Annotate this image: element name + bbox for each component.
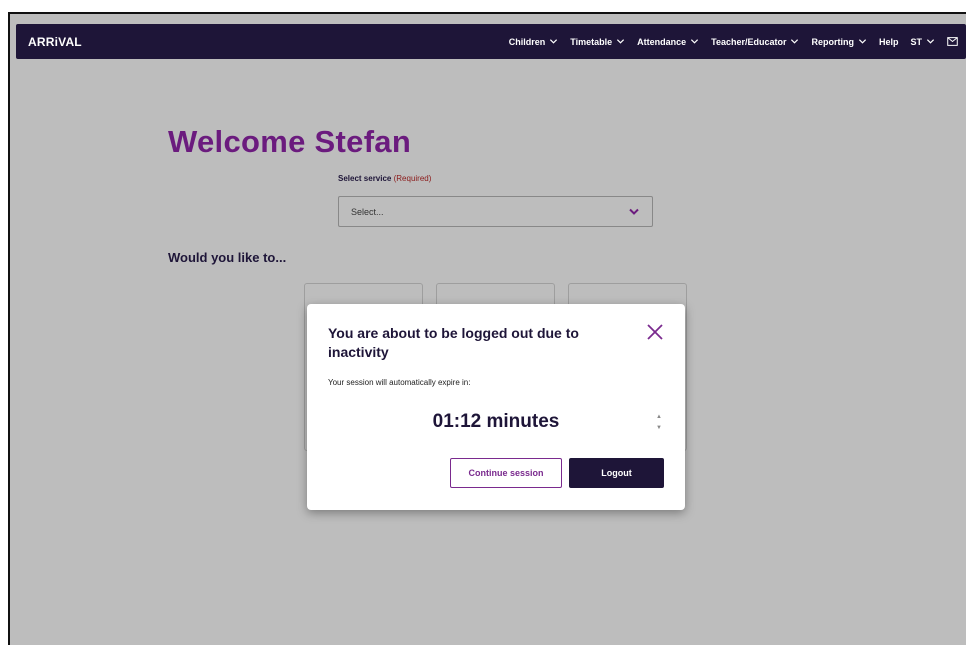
service-select-placeholder: Select... — [351, 206, 384, 217]
nav-attendance-label: Attendance — [637, 36, 687, 47]
modal-subtitle: Your session will automatically expire i… — [328, 378, 471, 387]
chevron-down-icon — [617, 39, 625, 44]
chevron-down-icon — [791, 39, 799, 44]
nav-children-label: Children — [508, 36, 546, 47]
top-navbar: ARRiVAL Children Timetable Attendance Te… — [16, 24, 966, 59]
nav-teacher-educator-label: Teacher/Educator — [711, 36, 787, 47]
nav-children[interactable]: Children — [509, 37, 559, 47]
modal-title: You are about to be logged out due to in… — [328, 325, 579, 360]
required-indicator: (Required) — [393, 174, 432, 183]
countdown-timer: 01:12 minutes — [432, 411, 560, 432]
section-heading: Would you like to... — [168, 250, 287, 265]
select-service-label-text: Select service — [338, 174, 392, 183]
nav-help-label: Help — [878, 36, 899, 47]
nav-timetable-label: Timetable — [570, 36, 613, 47]
chevron-down-icon — [858, 39, 867, 44]
app-window: ARRiVAL Children Timetable Attendance Te… — [8, 12, 966, 645]
nav-attendance[interactable]: Attendance — [637, 37, 699, 47]
nav-reporting[interactable]: Reporting — [811, 37, 867, 47]
nav-user-menu[interactable]: ST — [910, 37, 935, 47]
chevron-down-icon — [691, 39, 699, 44]
app-logo[interactable]: ARRiVAL — [28, 35, 82, 49]
nav-reporting-label: Reporting — [811, 36, 854, 47]
chevron-down-icon — [629, 208, 639, 215]
logout-button[interactable]: Logout — [569, 458, 664, 488]
continue-session-button[interactable]: Continue session — [450, 458, 562, 488]
service-select[interactable]: Select... — [338, 196, 653, 227]
chevron-down-icon — [926, 39, 935, 44]
nav-teacher-educator[interactable]: Teacher/Educator — [711, 37, 799, 47]
select-service-label: Select service (Required) — [338, 174, 431, 183]
main-nav: Children Timetable Attendance Teacher/Ed… — [509, 37, 958, 47]
nav-help[interactable]: Help — [879, 37, 899, 47]
scroll-spinner[interactable]: ▲ ▼ — [655, 414, 663, 432]
chevron-down-icon — [550, 39, 558, 44]
nav-timetable[interactable]: Timetable — [570, 37, 625, 47]
spinner-up-icon[interactable]: ▲ — [656, 414, 662, 421]
page-title: Welcome Stefan — [168, 124, 412, 159]
mail-icon[interactable] — [947, 37, 958, 46]
user-initials: ST — [910, 36, 922, 47]
close-icon[interactable] — [644, 321, 666, 343]
spinner-down-icon[interactable]: ▼ — [656, 425, 662, 432]
inactivity-modal: You are about to be logged out due to in… — [307, 304, 685, 510]
